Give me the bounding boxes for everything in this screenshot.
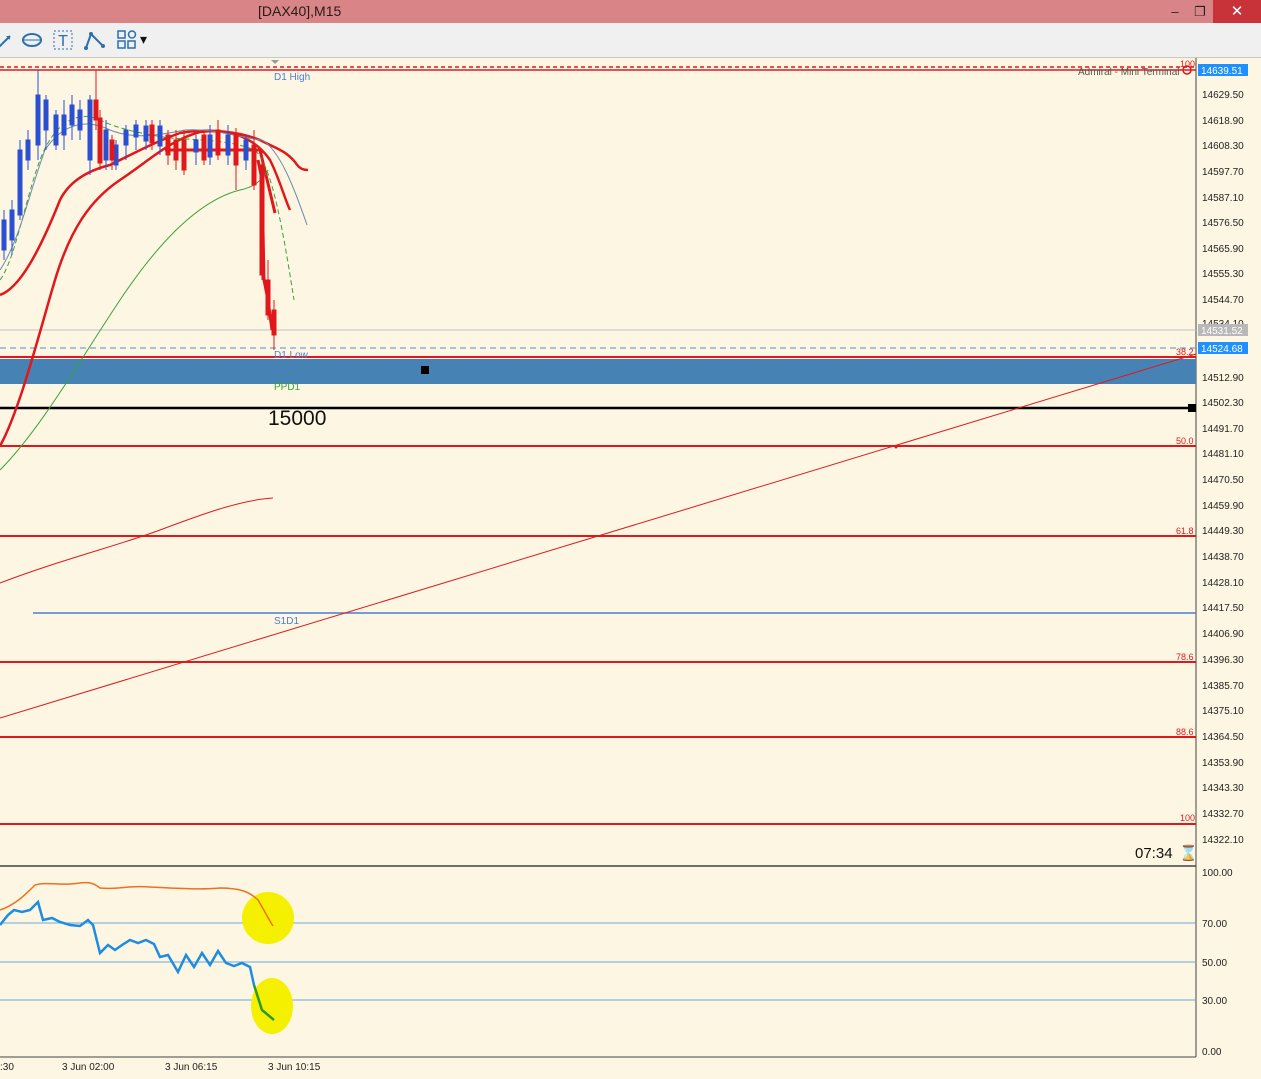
ppd1-label: PPD1 bbox=[274, 382, 301, 393]
svg-text:T: T bbox=[58, 33, 68, 50]
shapes-icon[interactable] bbox=[20, 28, 44, 52]
price-label: 14428.10 bbox=[1202, 578, 1244, 589]
title-bar: [DAX40],M15 – ❐ ✕ bbox=[0, 0, 1261, 23]
chart-area[interactable]: 15000 S1D1 D1 High D1 Low PPD1 Admiral -… bbox=[0, 58, 1261, 1079]
price-label: 14343.30 bbox=[1202, 783, 1244, 794]
price-label: 14587.10 bbox=[1202, 193, 1244, 204]
support-zone[interactable] bbox=[0, 359, 1196, 384]
fib-label-38: 38.2 bbox=[1176, 347, 1194, 357]
oscillator-label: 0.00 bbox=[1202, 1047, 1222, 1058]
price-label: 14502.30 bbox=[1202, 398, 1244, 409]
oscillator-label: 70.00 bbox=[1202, 919, 1227, 930]
price-label: 14364.50 bbox=[1202, 732, 1244, 743]
restore-button[interactable]: ❐ bbox=[1184, 0, 1216, 23]
price-label: 14597.70 bbox=[1202, 167, 1244, 178]
fib-label-100: 100 bbox=[1180, 813, 1195, 823]
price-label: 14491.70 bbox=[1202, 424, 1244, 435]
price-label: 14565.90 bbox=[1202, 244, 1244, 255]
price-label: 14512.90 bbox=[1202, 373, 1244, 384]
fibo-icon[interactable] bbox=[83, 28, 107, 52]
time-label: 3 Jun 02:00 bbox=[62, 1062, 115, 1073]
price-label: 14438.70 bbox=[1202, 552, 1244, 563]
objects-dropdown-icon[interactable]: ▾ bbox=[140, 31, 147, 48]
price-label: 14385.70 bbox=[1202, 681, 1244, 692]
window-title: [DAX40],M15 bbox=[258, 3, 342, 19]
fib-label-top: 100 bbox=[1180, 59, 1195, 69]
price-label: 14555.30 bbox=[1202, 269, 1244, 280]
time-label: 3 Jun 06:15 bbox=[165, 1062, 218, 1073]
price-label: 14608.30 bbox=[1202, 141, 1244, 152]
price-label: 14396.30 bbox=[1202, 655, 1244, 666]
d1-low-label: D1 Low bbox=[274, 350, 309, 361]
close-button[interactable]: ✕ bbox=[1213, 0, 1261, 23]
bid-price-label: 14524.68 bbox=[1201, 344, 1243, 355]
bar-countdown: 07:34 bbox=[1135, 845, 1173, 862]
hourglass-icon: ⌛ bbox=[1179, 844, 1198, 862]
oscillator-label: 30.00 bbox=[1202, 996, 1227, 1007]
ask-price-label: 14531.52 bbox=[1201, 326, 1243, 337]
highlight-mark bbox=[251, 978, 293, 1034]
text-icon[interactable]: T bbox=[51, 28, 75, 52]
price-label: 14322.10 bbox=[1202, 835, 1244, 846]
price-label: 14449.30 bbox=[1202, 526, 1244, 537]
price-label: 14576.50 bbox=[1202, 218, 1244, 229]
price-label: 14629.50 bbox=[1202, 90, 1244, 101]
fib-label-50: 50.0 bbox=[1176, 436, 1194, 446]
fib-label-78: 78.6 bbox=[1176, 652, 1194, 662]
zone-handle[interactable] bbox=[421, 366, 429, 374]
fib-label-61: 61.8 bbox=[1176, 526, 1194, 536]
s1d1-label: S1D1 bbox=[274, 616, 299, 627]
d1-high-label: D1 High bbox=[274, 72, 310, 83]
round-number-handle[interactable] bbox=[1188, 404, 1196, 412]
mini-terminal-label[interactable]: Admiral - Mini Terminal bbox=[1078, 67, 1180, 78]
drawing-toolbar: T ▾ bbox=[0, 23, 1261, 58]
price-label: 14470.50 bbox=[1202, 475, 1244, 486]
time-label: 3 Jun 10:15 bbox=[268, 1062, 321, 1073]
price-label: 14481.10 bbox=[1202, 449, 1244, 460]
price-label: 14332.70 bbox=[1202, 809, 1244, 820]
oscillator-label: 100.00 bbox=[1202, 868, 1233, 879]
price-label: 14353.90 bbox=[1202, 758, 1244, 769]
fib-label-88: 88.6 bbox=[1176, 727, 1194, 737]
trendline-icon[interactable] bbox=[0, 28, 20, 52]
price-label: 14544.70 bbox=[1202, 295, 1244, 306]
price-label: 14406.90 bbox=[1202, 629, 1244, 640]
price-label: 14639.51 bbox=[1201, 66, 1243, 77]
price-label: 14417.50 bbox=[1202, 603, 1244, 614]
objects-icon[interactable] bbox=[115, 28, 139, 52]
round-number-label: 15000 bbox=[268, 407, 326, 430]
time-label: :30 bbox=[0, 1062, 14, 1073]
price-label: 14618.90 bbox=[1202, 116, 1244, 127]
price-label: 14375.10 bbox=[1202, 706, 1244, 717]
price-label: 14459.90 bbox=[1202, 501, 1244, 512]
oscillator-label: 50.00 bbox=[1202, 958, 1227, 969]
